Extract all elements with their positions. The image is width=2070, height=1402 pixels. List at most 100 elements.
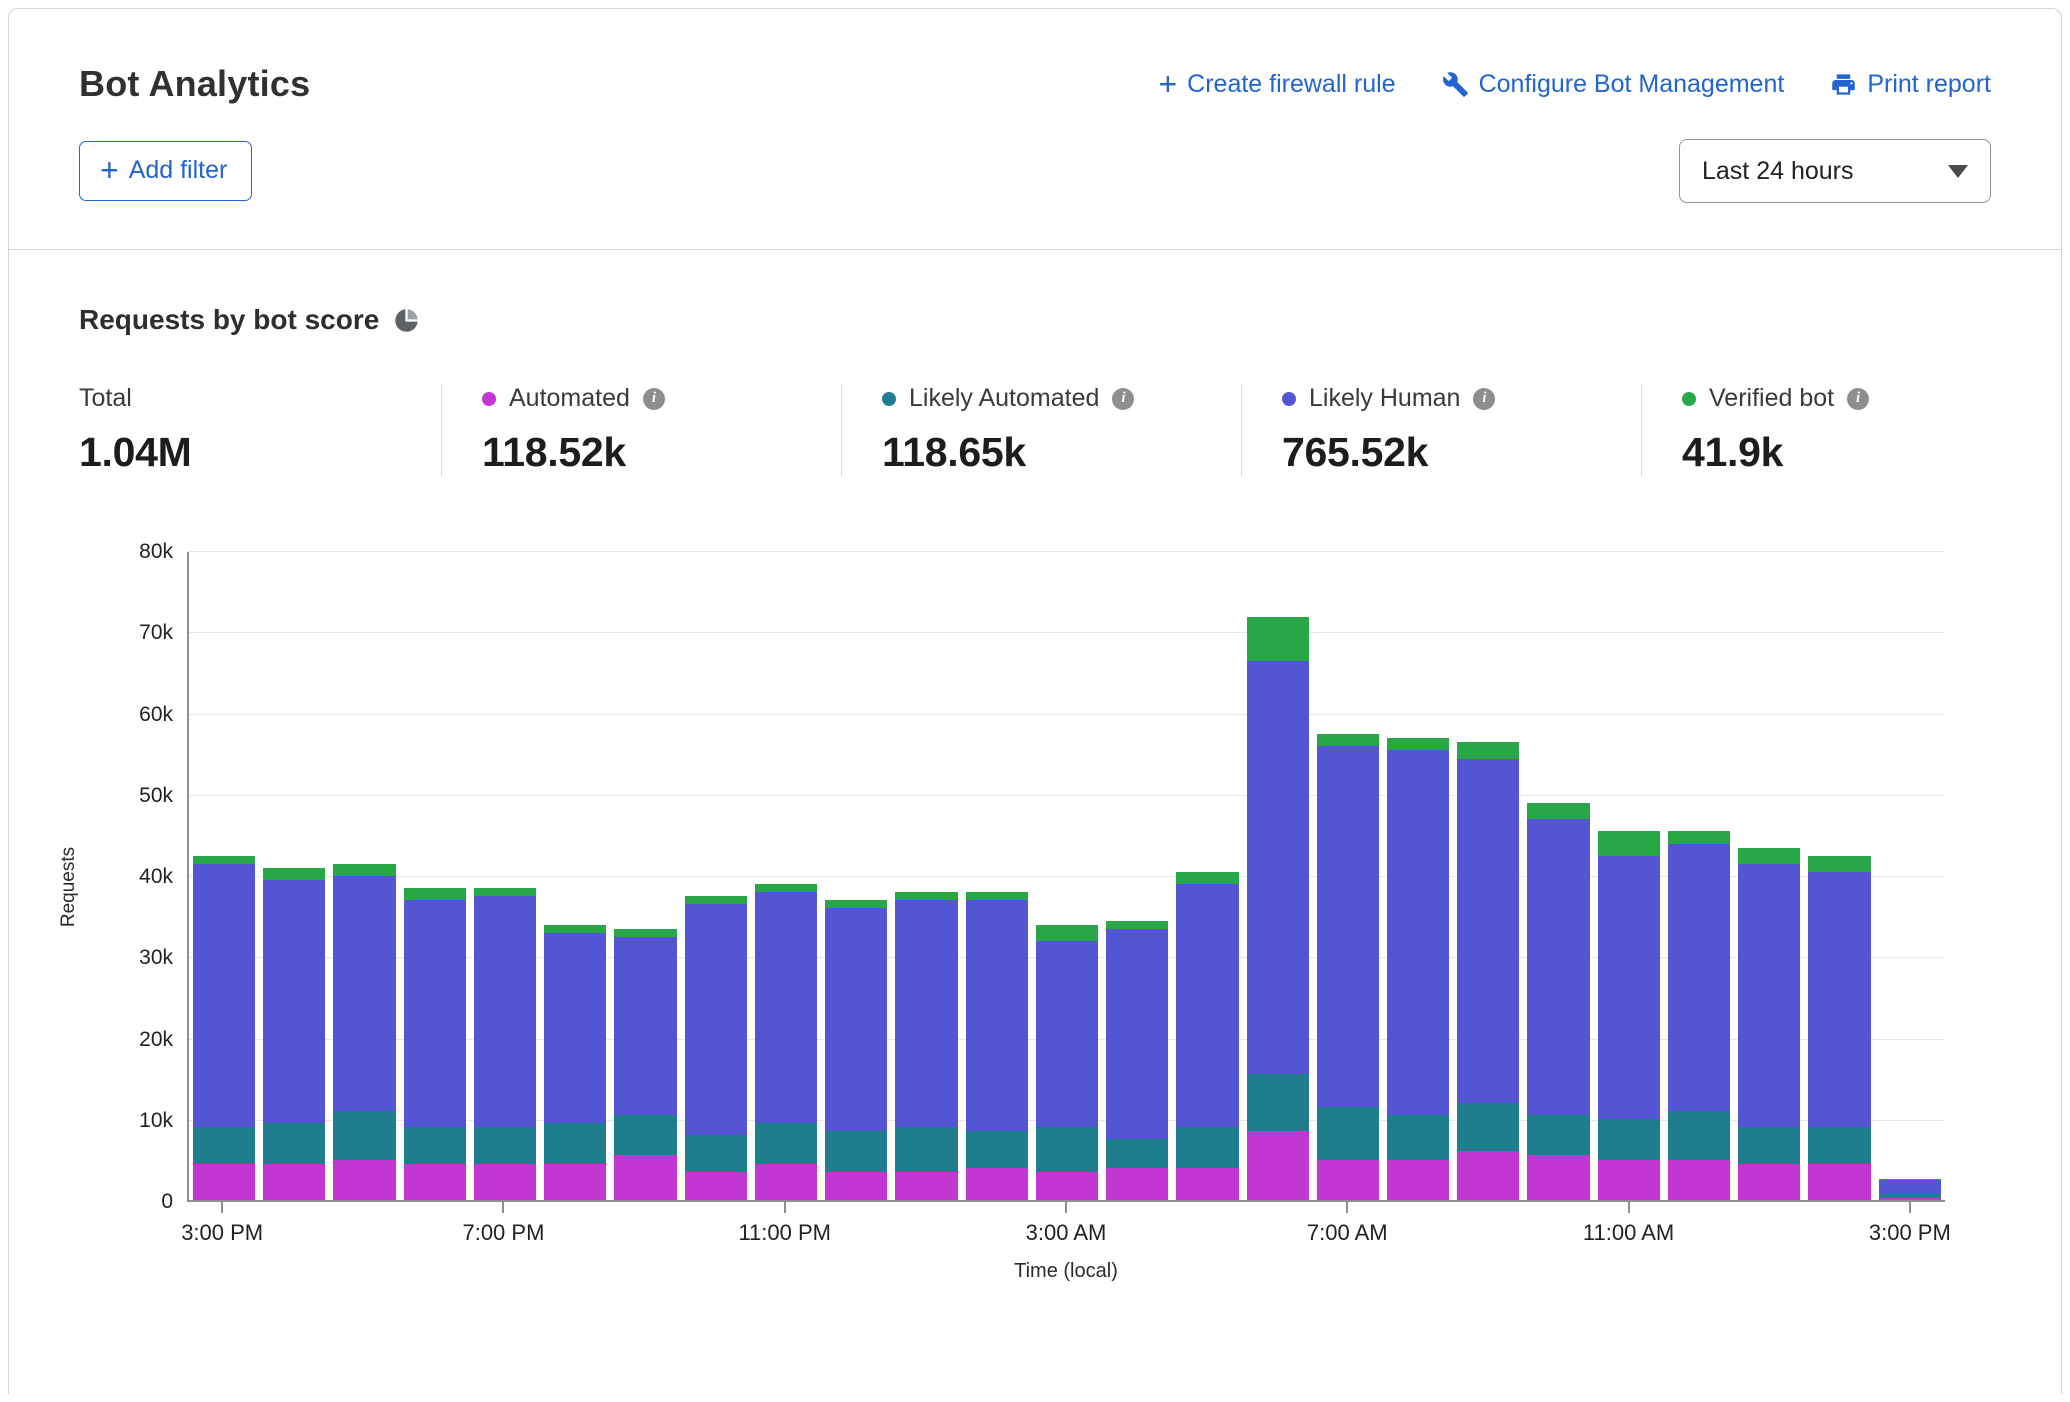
bar-8[interactable] xyxy=(755,552,817,1200)
time-range-select[interactable]: Last 24 hours xyxy=(1679,139,1991,203)
bar-23[interactable] xyxy=(1808,552,1870,1200)
bot-analytics-panel: Bot Analytics + Create firewall rule Con… xyxy=(8,8,2062,1394)
bar-segment-verified-bot xyxy=(825,900,887,908)
configure-bot-management-link[interactable]: Configure Bot Management xyxy=(1442,70,1785,99)
bar-segment-likely-automated xyxy=(1457,1103,1519,1152)
bar-13[interactable] xyxy=(1106,552,1168,1200)
y-tick-label: 20k xyxy=(9,1028,173,1052)
bar-segment-verified-bot xyxy=(1036,925,1098,941)
bar-segment-verified-bot xyxy=(1106,921,1168,929)
bar-segment-automated xyxy=(404,1164,466,1200)
create-firewall-rule-label: Create firewall rule xyxy=(1187,70,1395,99)
bar-segment-likely-human xyxy=(333,876,395,1111)
bar-1[interactable] xyxy=(263,552,325,1200)
bar-6[interactable] xyxy=(614,552,676,1200)
info-icon[interactable]: i xyxy=(643,388,665,410)
bar-segment-verified-bot xyxy=(1808,856,1870,872)
y-tick-label: 40k xyxy=(9,865,173,889)
bar-19[interactable] xyxy=(1527,552,1589,1200)
bar-segment-verified-bot xyxy=(193,856,255,864)
bar-segment-likely-human xyxy=(614,937,676,1115)
bar-segment-likely-automated xyxy=(333,1111,395,1160)
create-firewall-rule-link[interactable]: + Create firewall rule xyxy=(1158,68,1395,100)
bar-segment-likely-automated xyxy=(1808,1127,1870,1163)
bar-4[interactable] xyxy=(474,552,536,1200)
bar-segment-verified-bot xyxy=(1317,734,1379,746)
bar-2[interactable] xyxy=(333,552,395,1200)
x-tick-mark xyxy=(221,1202,223,1213)
bar-segment-likely-automated xyxy=(1527,1115,1589,1156)
add-filter-button[interactable]: + Add filter xyxy=(79,141,252,201)
stat-automated: Automated i 118.52k xyxy=(441,384,841,476)
bar-segment-automated xyxy=(263,1164,325,1200)
bar-11[interactable] xyxy=(966,552,1028,1200)
bar-segment-verified-bot xyxy=(1738,848,1800,864)
likely-human-dot-icon xyxy=(1282,392,1296,406)
bar-15[interactable] xyxy=(1247,552,1309,1200)
info-icon[interactable]: i xyxy=(1473,388,1495,410)
bar-segment-likely-human xyxy=(1317,746,1379,1106)
info-icon[interactable]: i xyxy=(1847,388,1869,410)
stat-likely-human: Likely Human i 765.52k xyxy=(1241,384,1641,476)
bar-segment-automated xyxy=(1598,1160,1660,1201)
bar-18[interactable] xyxy=(1457,552,1519,1200)
print-report-label: Print report xyxy=(1867,70,1991,99)
stat-likely-automated: Likely Automated i 118.65k xyxy=(841,384,1241,476)
bar-22[interactable] xyxy=(1738,552,1800,1200)
bar-0[interactable] xyxy=(193,552,255,1200)
bar-segment-verified-bot xyxy=(1387,738,1449,750)
stat-verified-bot-label: Verified bot xyxy=(1709,384,1834,413)
bar-20[interactable] xyxy=(1598,552,1660,1200)
x-tick-mark xyxy=(1346,1202,1348,1213)
section-title: Requests by bot score xyxy=(79,304,379,336)
bar-segment-automated xyxy=(1668,1160,1730,1201)
bar-segment-verified-bot xyxy=(1247,617,1309,662)
plot-wrap xyxy=(187,552,1945,1202)
plot-area xyxy=(187,552,1945,1202)
bar-segment-likely-automated xyxy=(1176,1127,1238,1168)
stat-verified-bot-value: 41.9k xyxy=(1682,429,1869,476)
bar-9[interactable] xyxy=(825,552,887,1200)
stat-total-label: Total xyxy=(79,384,132,413)
x-tick-mark xyxy=(502,1202,504,1213)
bar-7[interactable] xyxy=(685,552,747,1200)
bar-segment-likely-human xyxy=(755,892,817,1123)
print-report-link[interactable]: Print report xyxy=(1830,70,1991,99)
bar-segment-automated xyxy=(966,1168,1028,1200)
bar-segment-likely-human xyxy=(1036,941,1098,1127)
bar-16[interactable] xyxy=(1317,552,1379,1200)
bar-segment-verified-bot xyxy=(333,864,395,876)
bar-segment-likely-human xyxy=(1176,884,1238,1127)
bar-segment-automated xyxy=(1879,1198,1941,1200)
stat-automated-value: 118.52k xyxy=(482,429,805,476)
wrench-icon xyxy=(1442,71,1469,98)
bar-segment-likely-human xyxy=(1387,750,1449,1115)
info-icon[interactable]: i xyxy=(1112,388,1134,410)
bar-12[interactable] xyxy=(1036,552,1098,1200)
bar-segment-automated xyxy=(333,1160,395,1201)
bar-segment-likely-automated xyxy=(1668,1111,1730,1160)
pie-chart-icon xyxy=(393,307,420,334)
x-tick-mark xyxy=(1065,1202,1067,1213)
stat-likely-automated-value: 118.65k xyxy=(882,429,1205,476)
y-tick-label: 70k xyxy=(9,621,173,645)
bar-segment-likely-automated xyxy=(263,1123,325,1164)
y-tick-label: 80k xyxy=(9,540,173,564)
bar-17[interactable] xyxy=(1387,552,1449,1200)
bar-3[interactable] xyxy=(404,552,466,1200)
bar-24[interactable] xyxy=(1879,552,1941,1200)
stat-total-value: 1.04M xyxy=(79,429,405,476)
bar-segment-likely-human xyxy=(474,896,536,1127)
bar-14[interactable] xyxy=(1176,552,1238,1200)
bar-21[interactable] xyxy=(1668,552,1730,1200)
bar-5[interactable] xyxy=(544,552,606,1200)
bar-10[interactable] xyxy=(895,552,957,1200)
bar-segment-automated xyxy=(1808,1164,1870,1200)
bar-segment-likely-human xyxy=(1527,819,1589,1115)
bar-segment-likely-automated xyxy=(1598,1119,1660,1160)
bar-segment-automated xyxy=(1176,1168,1238,1200)
bar-segment-verified-bot xyxy=(1668,831,1730,843)
bar-segment-likely-automated xyxy=(1387,1115,1449,1160)
bar-segment-likely-automated xyxy=(614,1115,676,1156)
bar-segment-likely-automated xyxy=(404,1127,466,1163)
